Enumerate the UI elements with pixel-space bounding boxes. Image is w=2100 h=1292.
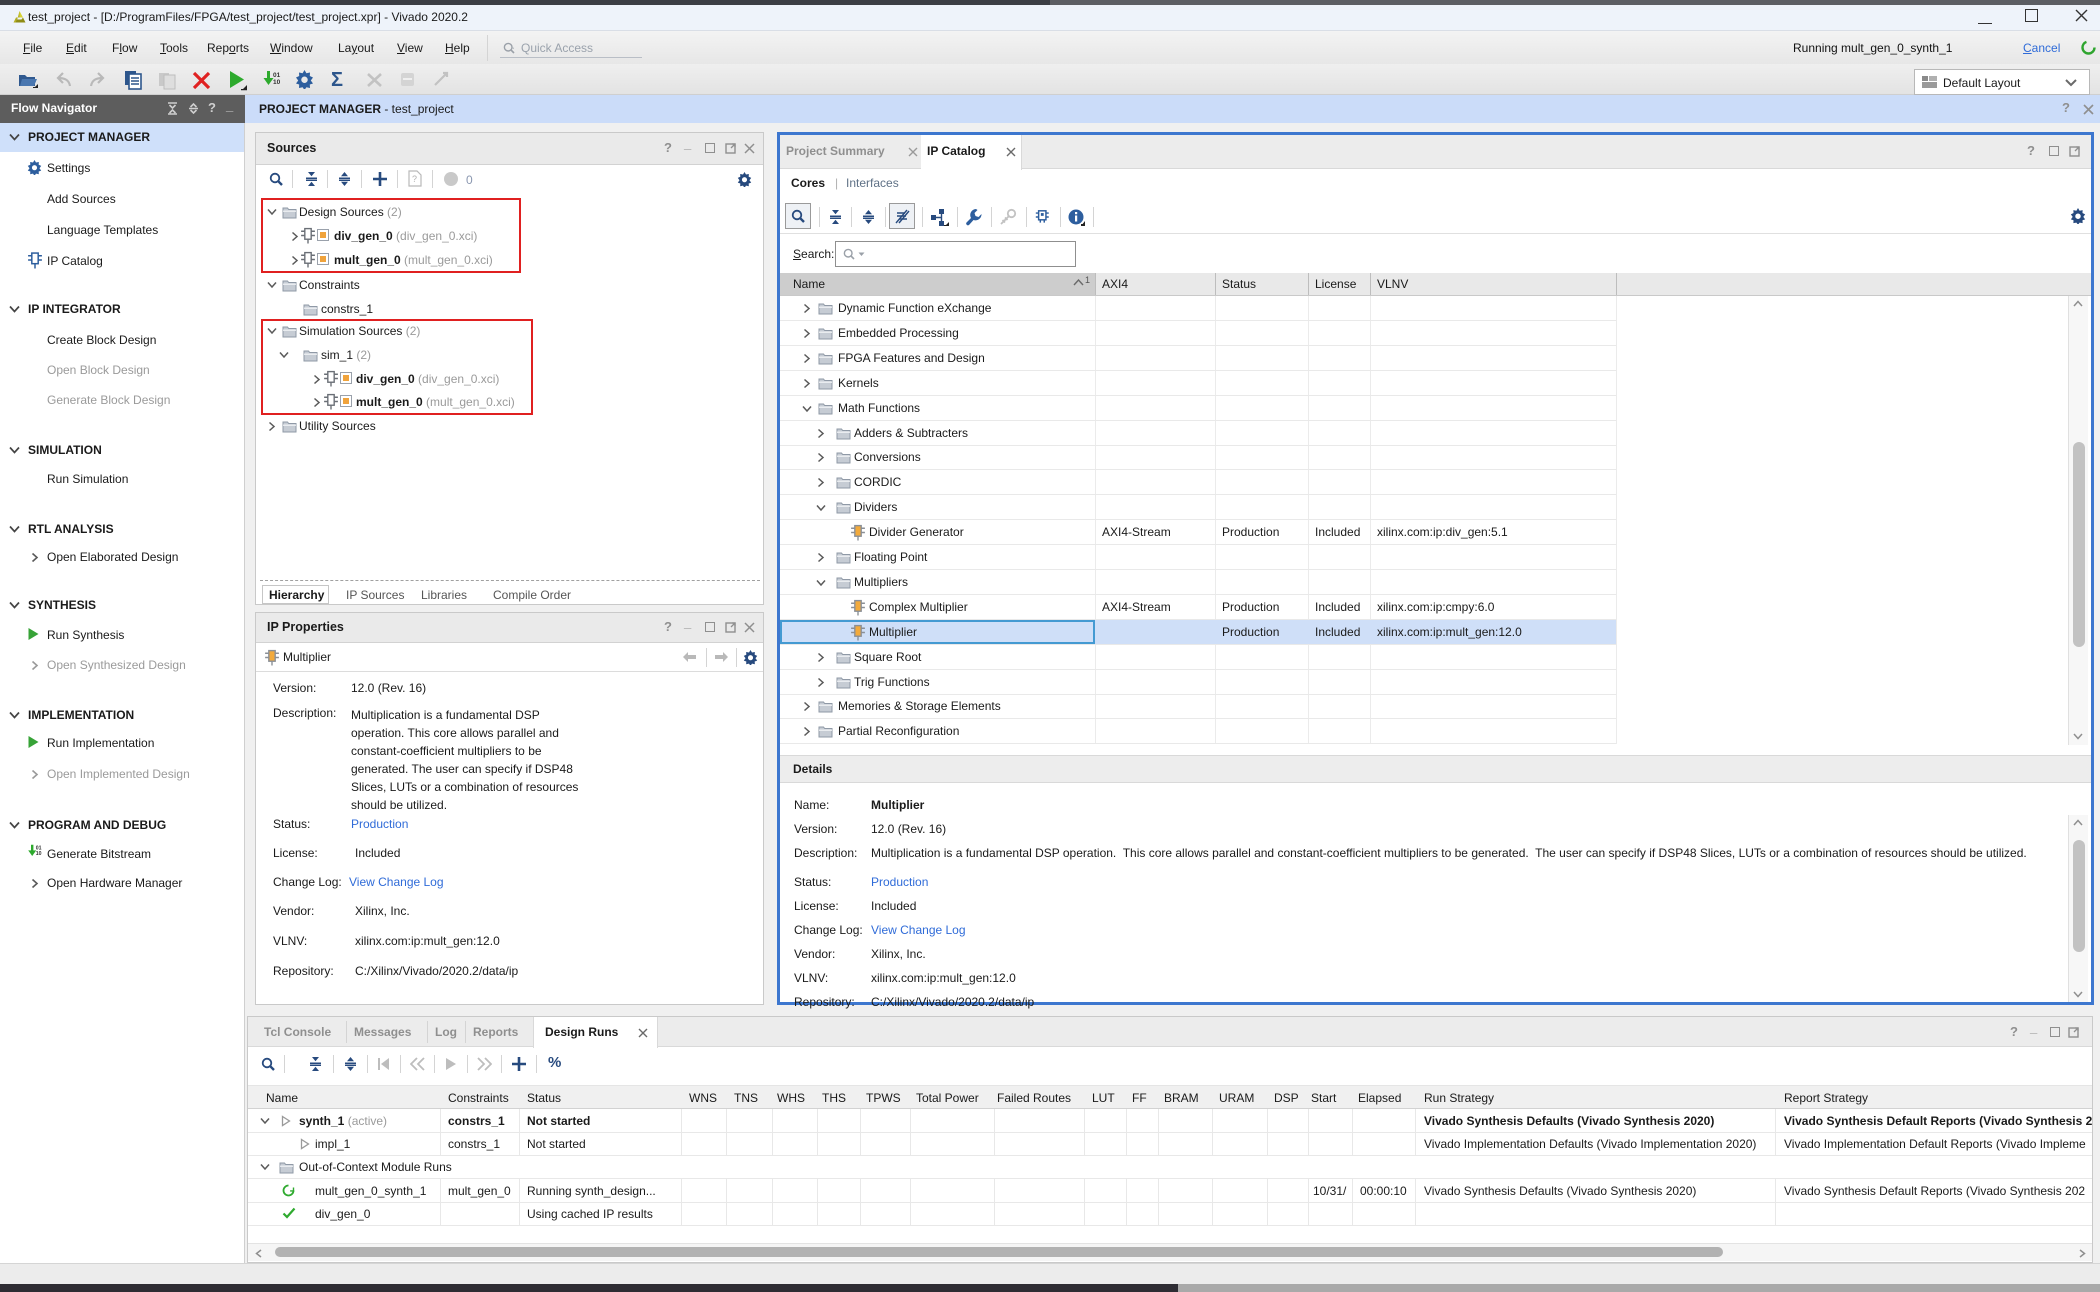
svg-text:?: ? [412, 174, 417, 184]
svg-text:10: 10 [36, 851, 42, 857]
svg-text:01: 01 [273, 72, 281, 79]
svg-text:10: 10 [273, 79, 281, 86]
